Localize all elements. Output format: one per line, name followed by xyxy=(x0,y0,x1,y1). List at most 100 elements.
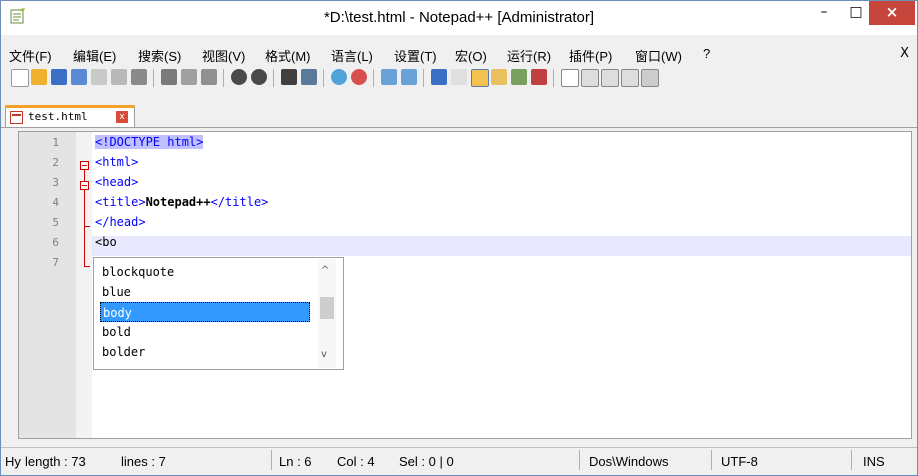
menu-format[interactable]: 格式(M) xyxy=(265,46,311,65)
title-text: Notepad++ xyxy=(145,195,211,209)
autocomplete-scrollbar[interactable]: ^ v xyxy=(318,259,336,368)
code-line-2: <html> xyxy=(95,155,139,169)
title-bar[interactable]: *D:\test.html - Notepad++ [Administrator… xyxy=(1,1,917,35)
fold-end-tick xyxy=(84,226,90,227)
status-line: Ln : 6 xyxy=(279,454,312,469)
record-macro-icon[interactable] xyxy=(561,69,579,87)
copy-icon[interactable] xyxy=(181,69,197,85)
notepad-window: *D:\test.html - Notepad++ [Administrator… xyxy=(0,0,918,476)
stop-macro-icon[interactable] xyxy=(581,69,599,87)
save-macro-icon[interactable] xyxy=(641,69,659,87)
play-macro-icon[interactable] xyxy=(601,69,619,87)
user-defined-language-icon[interactable] xyxy=(491,69,507,85)
paste-icon[interactable] xyxy=(201,69,217,85)
fold-end-tick xyxy=(84,266,90,267)
status-insert-mode[interactable]: INS xyxy=(863,454,885,469)
menu-close-document[interactable]: X xyxy=(900,46,909,61)
scroll-down-icon[interactable]: v xyxy=(321,349,327,360)
indent-guide-icon[interactable] xyxy=(471,69,489,87)
redo-icon[interactable] xyxy=(251,69,267,85)
tab-bar: test.html x xyxy=(1,103,917,128)
menu-macro[interactable]: 宏(O) xyxy=(455,46,487,65)
menu-settings[interactable]: 设置(T) xyxy=(394,46,437,65)
zoom-out-icon[interactable] xyxy=(351,69,367,85)
status-separator xyxy=(851,450,852,470)
line-number: 6 xyxy=(52,236,59,249)
autocomplete-item[interactable]: blue xyxy=(100,282,312,302)
run-macro-multiple-icon[interactable] xyxy=(621,69,639,87)
menu-view[interactable]: 视图(V) xyxy=(202,46,245,65)
close-file-icon[interactable] xyxy=(91,69,107,85)
code-line-6: <bo xyxy=(95,235,117,249)
menu-run[interactable]: 运行(R) xyxy=(507,46,551,65)
tab-close-icon[interactable]: x xyxy=(116,111,128,123)
scrollbar-thumb[interactable] xyxy=(320,297,334,319)
zoom-in-icon[interactable] xyxy=(331,69,347,85)
current-line-highlight xyxy=(92,236,911,256)
close-button[interactable]: × xyxy=(869,1,915,25)
status-separator xyxy=(271,450,272,470)
unsaved-file-icon xyxy=(10,111,23,124)
print-icon[interactable] xyxy=(131,69,147,85)
menu-help[interactable]: ? xyxy=(703,46,710,61)
word-wrap-icon[interactable] xyxy=(431,69,447,85)
tab-label: test.html xyxy=(28,110,88,123)
code-line-1: <!DOCTYPE html> xyxy=(95,135,204,149)
line-number: 4 xyxy=(52,196,59,209)
autocomplete-item[interactable]: blockquote xyxy=(100,262,312,282)
status-column: Col : 4 xyxy=(337,454,375,469)
toolbar-separator xyxy=(323,69,324,87)
line-number: 5 xyxy=(52,216,59,229)
close-all-icon[interactable] xyxy=(111,69,127,85)
scroll-up-icon[interactable]: ^ xyxy=(321,265,329,276)
fold-line xyxy=(84,190,85,266)
menu-language[interactable]: 语言(L) xyxy=(331,46,373,65)
menu-plugins[interactable]: 插件(P) xyxy=(569,46,612,65)
fold-toggle-icon[interactable] xyxy=(80,181,89,190)
autocomplete-item-selected[interactable]: body xyxy=(100,302,310,322)
fold-toggle-icon[interactable] xyxy=(80,161,89,170)
menu-window[interactable]: 窗口(W) xyxy=(635,46,682,65)
autocomplete-item[interactable]: bolder xyxy=(100,342,312,362)
line-number: 1 xyxy=(52,136,59,149)
code-line-5: </head> xyxy=(95,215,146,229)
new-file-icon[interactable] xyxy=(11,69,29,87)
replace-icon[interactable] xyxy=(301,69,317,85)
status-eol: Dos\Windows xyxy=(589,454,669,469)
menu-edit[interactable]: 编辑(E) xyxy=(73,46,116,65)
toolbar-separator xyxy=(423,69,424,87)
undo-icon[interactable] xyxy=(231,69,247,85)
minimize-button[interactable]: – xyxy=(809,1,839,25)
menu-file[interactable]: 文件(F) xyxy=(9,46,52,65)
line-number: 3 xyxy=(52,176,59,189)
window-title: *D:\test.html - Notepad++ [Administrator… xyxy=(323,9,595,26)
save-icon[interactable] xyxy=(51,69,67,85)
toolbar-separator xyxy=(373,69,374,87)
function-list-icon[interactable] xyxy=(531,69,547,85)
open-file-icon[interactable] xyxy=(31,69,47,85)
find-icon[interactable] xyxy=(281,69,297,85)
show-all-chars-icon[interactable] xyxy=(451,69,467,85)
status-separator xyxy=(579,450,580,470)
tab-test-html[interactable]: test.html x xyxy=(5,105,135,127)
code-line-3: <head> xyxy=(95,175,139,189)
menu-search[interactable]: 搜索(S) xyxy=(138,46,181,65)
menu-bar: 文件(F) 编辑(E) 搜索(S) 视图(V) 格式(M) 语言(L) 设置(T… xyxy=(1,45,917,65)
toolbar-separator xyxy=(553,69,554,87)
sync-vertical-icon[interactable] xyxy=(381,69,397,85)
toolbar-separator xyxy=(153,69,154,87)
maximize-button[interactable]: □ xyxy=(841,1,871,25)
code-line-4: <title>Notepad++</title> xyxy=(95,195,268,209)
status-length: length : 73 xyxy=(25,454,86,469)
line-number: 2 xyxy=(52,156,59,169)
autocomplete-item[interactable]: bold xyxy=(100,322,312,342)
status-lines: lines : 7 xyxy=(121,454,166,469)
title-open-tag: <title> xyxy=(95,195,146,209)
sync-horizontal-icon[interactable] xyxy=(401,69,417,85)
autocomplete-popup[interactable]: blockquote blue body bold bolder ^ v xyxy=(93,257,344,370)
cut-icon[interactable] xyxy=(161,69,177,85)
doc-map-icon[interactable] xyxy=(511,69,527,85)
save-all-icon[interactable] xyxy=(71,69,87,85)
status-encoding: UTF-8 xyxy=(721,454,758,469)
status-file-type: Hy xyxy=(5,454,21,469)
